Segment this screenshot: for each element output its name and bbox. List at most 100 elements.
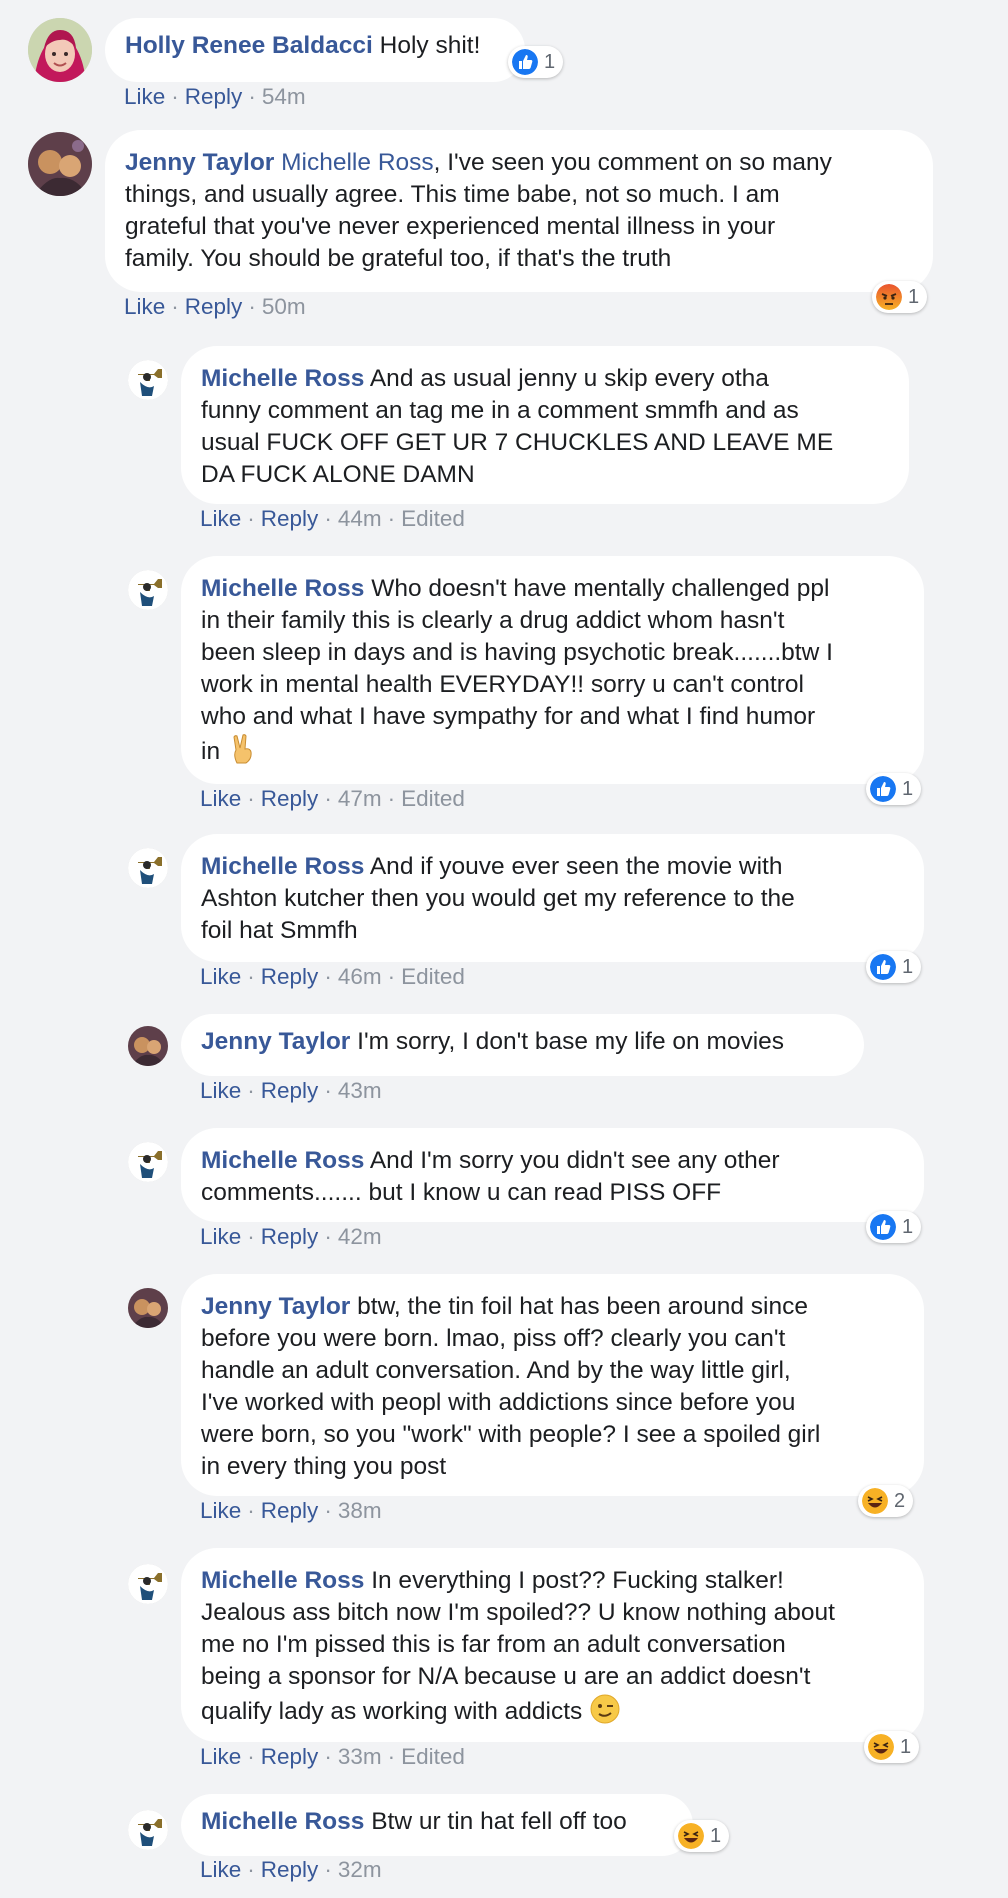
like-link[interactable]: Like (200, 786, 241, 811)
comment-text-line: And I'm sorry you didn't see any other (364, 1147, 780, 1174)
reply-link[interactable]: Reply (185, 294, 243, 319)
comment-text-line: In everything I post?? Fucking stalker! (364, 1567, 784, 1594)
haha-icon (862, 1488, 888, 1514)
author-name[interactable]: Holly Renee Baldacci (125, 32, 373, 59)
like-link[interactable]: Like (200, 1224, 241, 1249)
mention-link[interactable]: Michelle Ross (281, 149, 434, 176)
reaction-summary[interactable]: 1 (866, 951, 922, 983)
like-link[interactable]: Like (200, 964, 241, 989)
reply-link[interactable]: Reply (261, 964, 319, 989)
victory-hand-emoji (227, 734, 259, 765)
reaction-count: 1 (902, 777, 914, 800)
comment-text-line: grateful that you've never experienced m… (125, 213, 776, 240)
author-name[interactable]: Michelle Ross (201, 575, 364, 602)
comment-text-line: in every thing you post (201, 1453, 447, 1480)
timestamp[interactable]: 38m (338, 1498, 382, 1523)
like-icon (870, 1214, 896, 1240)
avatar-michelle[interactable] (128, 1810, 168, 1850)
reply-link[interactable]: Reply (261, 1744, 319, 1769)
reaction-summary[interactable]: 1 (508, 46, 564, 78)
like-link[interactable]: Like (200, 1857, 241, 1882)
author-name[interactable]: Jenny Taylor (201, 1028, 350, 1055)
comment-text-line: who and what I have sympathy for and wha… (201, 703, 816, 730)
comment-actions: Like · Reply · 50m (124, 294, 306, 319)
reply-link[interactable]: Reply (261, 786, 319, 811)
timestamp[interactable]: 44m (338, 506, 382, 531)
comment-text-line: being a sponsor for N/A because u are an… (201, 1663, 811, 1690)
timestamp[interactable]: 54m (262, 84, 306, 109)
timestamp[interactable]: 46m (338, 964, 382, 989)
reaction-summary[interactable]: 1 (866, 773, 922, 805)
timestamp[interactable]: 33m (338, 1744, 382, 1769)
edited-label[interactable]: Edited (401, 506, 465, 531)
comment-text-line: handle an adult conversation. And by the… (201, 1357, 791, 1384)
avatar-michelle[interactable] (128, 848, 168, 888)
reaction-summary[interactable]: 1 (866, 1211, 922, 1243)
comment-bubble: Michelle Ross And if youve ever seen the… (181, 834, 924, 962)
like-link[interactable]: Like (124, 84, 165, 109)
comment-actions: Like · Reply · 33m · Edited (200, 1744, 465, 1769)
timestamp[interactable]: 47m (338, 786, 382, 811)
comment-bubble: Holly Renee Baldacci Holy shit! (105, 18, 525, 82)
reaction-count: 2 (894, 1489, 906, 1512)
reaction-count: 1 (908, 285, 920, 308)
reaction-summary[interactable]: 1 (674, 1820, 730, 1852)
like-link[interactable]: Like (200, 1078, 241, 1103)
comment-text-line: , I've seen you comment on so many (433, 149, 832, 176)
reaction-count: 1 (710, 1824, 722, 1847)
author-name[interactable]: Michelle Ross (201, 1147, 364, 1174)
author-name[interactable]: Jenny Taylor (201, 1293, 350, 1320)
edited-label[interactable]: Edited (401, 964, 465, 989)
comment-bubble: Michelle Ross And as usual jenny u skip … (181, 346, 909, 504)
avatar-holly[interactable] (28, 18, 92, 82)
reply-link[interactable]: Reply (261, 1078, 319, 1103)
timestamp[interactable]: 32m (338, 1857, 382, 1882)
comment-text-line: in their family this is clearly a drug a… (201, 607, 785, 634)
avatar-michelle[interactable] (128, 1564, 168, 1604)
avatar-jenny[interactable] (128, 1026, 168, 1066)
like-link[interactable]: Like (200, 1744, 241, 1769)
reaction-count: 1 (900, 1735, 912, 1758)
comment-text-line: before you were born. lmao, piss off? cl… (201, 1325, 786, 1352)
comment-text-line: comments....... but I know u can read PI… (201, 1179, 722, 1206)
comment-bubble: Michelle Ross In everything I post?? Fuc… (181, 1548, 924, 1742)
avatar-michelle[interactable] (128, 360, 168, 400)
author-name[interactable]: Michelle Ross (201, 1567, 364, 1594)
like-link[interactable]: Like (200, 1498, 241, 1523)
reply-link[interactable]: Reply (261, 1224, 319, 1249)
comment-text-line: things, and usually agree. This time bab… (125, 181, 780, 208)
reply-link[interactable]: Reply (185, 84, 243, 109)
comment-text-line: btw, the tin foil hat has been around si… (350, 1293, 808, 1320)
reply-link[interactable]: Reply (261, 1857, 319, 1882)
comment-actions: Like · Reply · 38m (200, 1498, 382, 1523)
timestamp[interactable]: 43m (338, 1078, 382, 1103)
avatar-michelle[interactable] (128, 1142, 168, 1182)
comment-text-line: And as usual jenny u skip every otha (364, 365, 769, 392)
like-icon (870, 776, 896, 802)
avatar-michelle[interactable] (128, 570, 168, 610)
reaction-summary[interactable]: 1 (864, 1731, 920, 1763)
comment-bubble: Michelle Ross Btw ur tin hat fell off to… (181, 1794, 693, 1856)
author-name[interactable]: Michelle Ross (201, 365, 364, 392)
edited-label[interactable]: Edited (401, 786, 465, 811)
like-link[interactable]: Like (200, 506, 241, 531)
timestamp[interactable]: 42m (338, 1224, 382, 1249)
timestamp[interactable]: 50m (262, 294, 306, 319)
edited-label[interactable]: Edited (401, 1744, 465, 1769)
comment-text-line: Btw ur tin hat fell off too (364, 1808, 627, 1835)
author-name[interactable]: Michelle Ross (201, 1808, 364, 1835)
avatar-jenny[interactable] (28, 132, 92, 196)
reaction-summary[interactable]: 2 (858, 1485, 914, 1517)
reply-link[interactable]: Reply (261, 1498, 319, 1523)
author-name[interactable]: Michelle Ross (201, 853, 364, 880)
comment-text-line: in (201, 738, 221, 765)
avatar-jenny[interactable] (128, 1288, 168, 1328)
haha-icon (868, 1734, 894, 1760)
author-name[interactable]: Jenny Taylor (125, 149, 274, 176)
reaction-summary[interactable]: 1 (872, 281, 928, 313)
comment-text-line: I'm sorry, I don't base my life on movie… (350, 1028, 785, 1055)
comment-text-line: Who doesn't have mentally challenged ppl (364, 575, 830, 602)
like-link[interactable]: Like (124, 294, 165, 319)
comment-text-line: qualify lady as working with addicts (201, 1698, 583, 1725)
reply-link[interactable]: Reply (261, 506, 319, 531)
